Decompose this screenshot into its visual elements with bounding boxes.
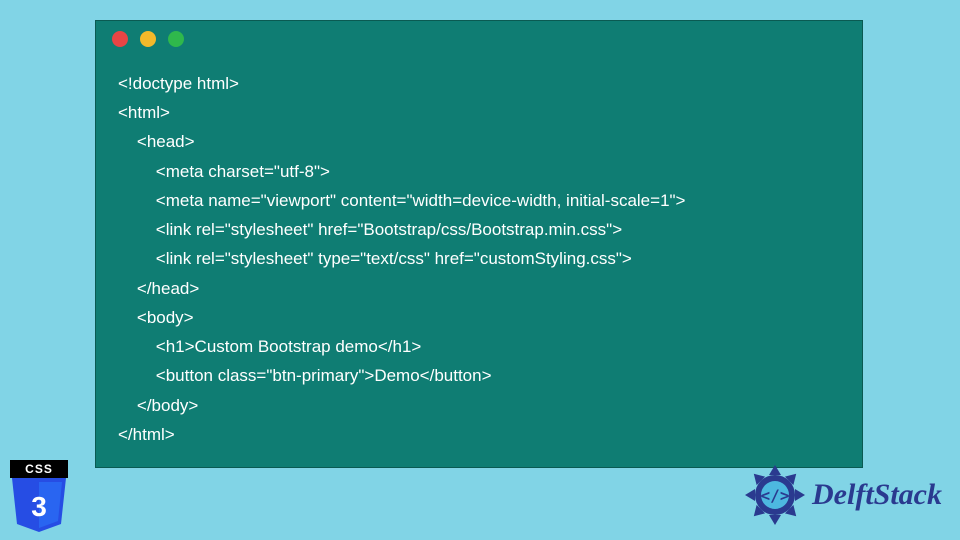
code-window: <!doctype html> <html> <head> <meta char… [95,20,863,468]
delftstack-name: DelftStack [812,478,942,512]
code-line: </body> [118,396,198,415]
css3-numeral: 3 [31,491,47,522]
css3-shield-icon: 3 [10,478,68,532]
code-line: <link rel="stylesheet" type="text/css" h… [118,249,632,268]
delftstack-gear-icon: </> [744,464,806,526]
code-line: <html> [118,103,170,122]
window-titlebar [96,21,862,57]
code-line: <meta charset="utf-8"> [118,162,330,181]
code-line: <button class="btn-primary">Demo</button… [118,366,492,385]
code-line: <head> [118,132,195,151]
code-line: <!doctype html> [118,74,239,93]
code-line: <body> [118,308,194,327]
code-line: </head> [118,279,199,298]
close-icon[interactable] [112,31,128,47]
svg-text:</>: </> [761,486,790,505]
delftstack-logo: </> DelftStack [744,464,942,526]
css3-logo: CSS 3 [10,460,68,530]
code-line: <meta name="viewport" content="width=dev… [118,191,685,210]
maximize-icon[interactable] [168,31,184,47]
code-block: <!doctype html> <html> <head> <meta char… [96,57,862,449]
code-line: <h1>Custom Bootstrap demo</h1> [118,337,421,356]
code-line: <link rel="stylesheet" href="Bootstrap/c… [118,220,622,239]
css3-label: CSS [10,460,68,478]
code-line: </html> [118,425,175,444]
minimize-icon[interactable] [140,31,156,47]
